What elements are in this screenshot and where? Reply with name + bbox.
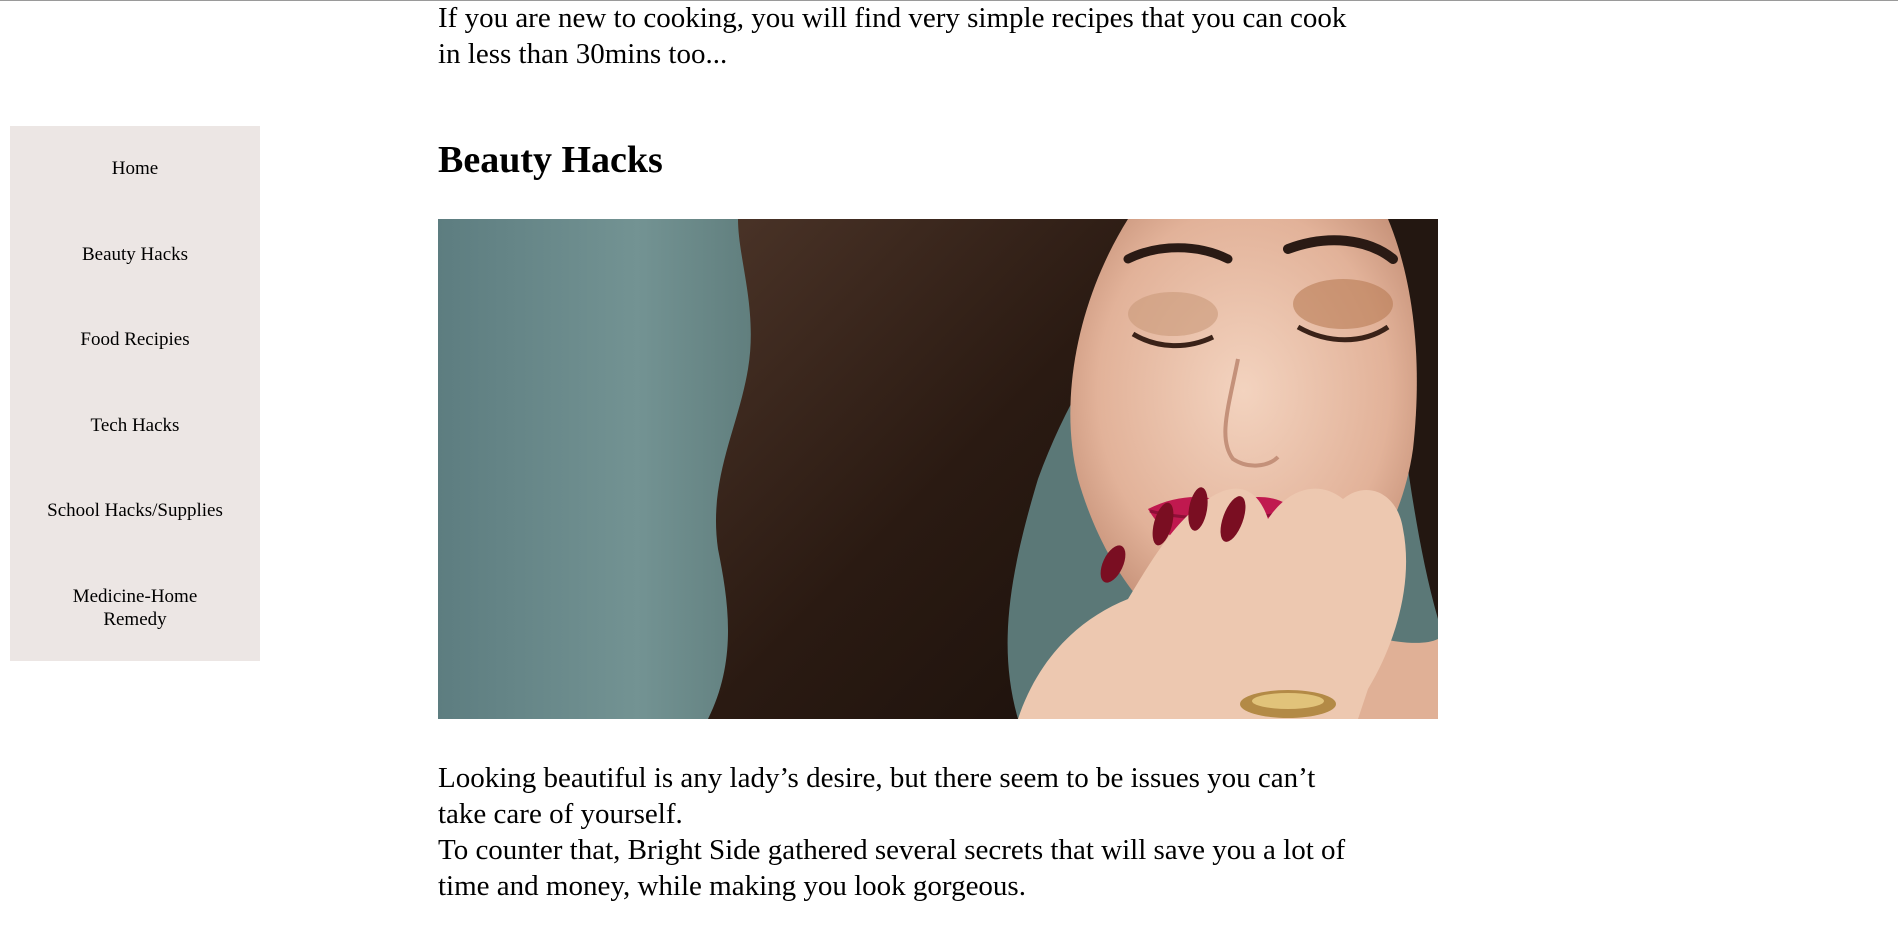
- intro-paragraph: If you are new to cooking, you will find…: [438, 0, 1438, 72]
- nav-item-food-recipies[interactable]: Food Recipies: [10, 328, 260, 351]
- beauty-hero-image: [438, 219, 1438, 719]
- intro-line-2: in less than 30mins too...: [438, 38, 728, 70]
- beauty-description: Looking beautiful is any lady’s desire, …: [438, 760, 1438, 904]
- nav-item-school-hacks[interactable]: School Hacks/Supplies: [10, 499, 260, 522]
- beauty-line-3: To counter that, Bright Side gathered se…: [438, 834, 1346, 866]
- sidebar-nav: Home Beauty Hacks Food Recipies Tech Hac…: [10, 126, 260, 661]
- beauty-line-1: Looking beautiful is any lady’s desire, …: [438, 762, 1316, 794]
- nav-item-label-line2: Remedy: [103, 609, 167, 630]
- nav-item-home[interactable]: Home: [10, 157, 260, 180]
- intro-line-1: If you are new to cooking, you will find…: [438, 2, 1347, 34]
- nav-item-medicine-home-remedy[interactable]: Medicine-Home Remedy: [10, 585, 260, 631]
- beauty-line-2: take care of yourself.: [438, 798, 683, 830]
- beauty-portrait-illustration: [438, 219, 1438, 719]
- section-heading: Beauty Hacks: [438, 139, 663, 181]
- beauty-line-4: time and money, while making you look go…: [438, 870, 1026, 902]
- nav-item-tech-hacks[interactable]: Tech Hacks: [10, 414, 260, 437]
- nav-item-beauty-hacks[interactable]: Beauty Hacks: [10, 243, 260, 266]
- nav-item-label-line1: Medicine-Home: [72, 586, 198, 607]
